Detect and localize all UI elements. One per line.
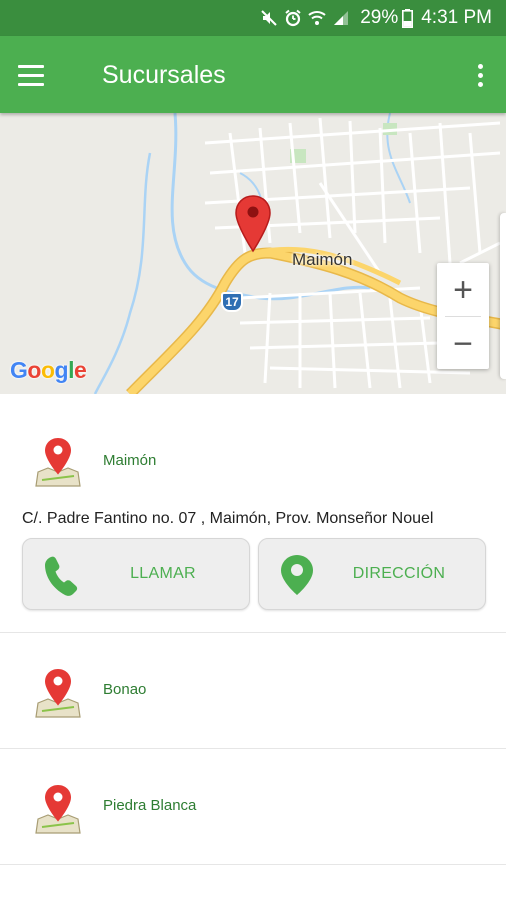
battery-percent: 29% xyxy=(360,7,399,28)
map-location-icon xyxy=(35,785,81,834)
map-marker-icon[interactable] xyxy=(234,195,272,253)
branch-name: Maimón xyxy=(103,452,157,469)
wifi-icon xyxy=(308,9,326,27)
branch-address: C/. Padre Fantino no. 07 , Maimón, Prov.… xyxy=(22,510,434,527)
call-button[interactable]: LLAMAR xyxy=(22,538,250,610)
directions-button[interactable]: DIRECCIÓN xyxy=(258,538,486,610)
menu-icon[interactable] xyxy=(18,58,52,92)
phone-icon xyxy=(45,556,78,596)
branch-name: Bonao xyxy=(103,681,147,698)
overflow-menu-icon[interactable] xyxy=(470,58,490,92)
map-view[interactable]: Maimón 17 + − Google xyxy=(0,113,506,394)
page-title: Sucursales xyxy=(102,61,226,89)
location-pin-icon xyxy=(281,555,313,595)
zoom-in-button[interactable]: + xyxy=(437,263,489,316)
app-bar: Sucursales xyxy=(0,36,506,113)
drawer-edge-handle[interactable] xyxy=(500,213,506,379)
branch-name: Piedra Blanca xyxy=(103,797,197,814)
map-location-icon xyxy=(35,438,81,487)
zoom-controls: + − xyxy=(437,263,489,369)
branch-header[interactable]: Maimón xyxy=(0,394,506,494)
google-logo: Google xyxy=(10,357,87,383)
signal-icon xyxy=(332,9,350,27)
directions-button-label: DIRECCIÓN xyxy=(352,565,446,582)
call-button-label: LLAMAR xyxy=(130,565,196,582)
list-item: Maimón C/. Padre Fantino no. 07 , Maimón… xyxy=(0,394,506,633)
map-place-label: Maimón xyxy=(292,250,353,269)
map-tiles xyxy=(0,113,506,394)
battery-icon xyxy=(402,8,414,28)
route-shield: 17 xyxy=(221,292,243,312)
list-item[interactable]: Bonao xyxy=(0,633,506,749)
status-bar: 29% 4:31 PM xyxy=(0,0,506,36)
zoom-out-button[interactable]: − xyxy=(437,317,489,370)
list-item[interactable]: Piedra Blanca xyxy=(0,749,506,865)
clock: 4:31 PM xyxy=(421,7,492,28)
map-location-icon xyxy=(35,669,81,718)
mute-icon xyxy=(260,9,278,27)
alarm-icon xyxy=(284,9,302,27)
